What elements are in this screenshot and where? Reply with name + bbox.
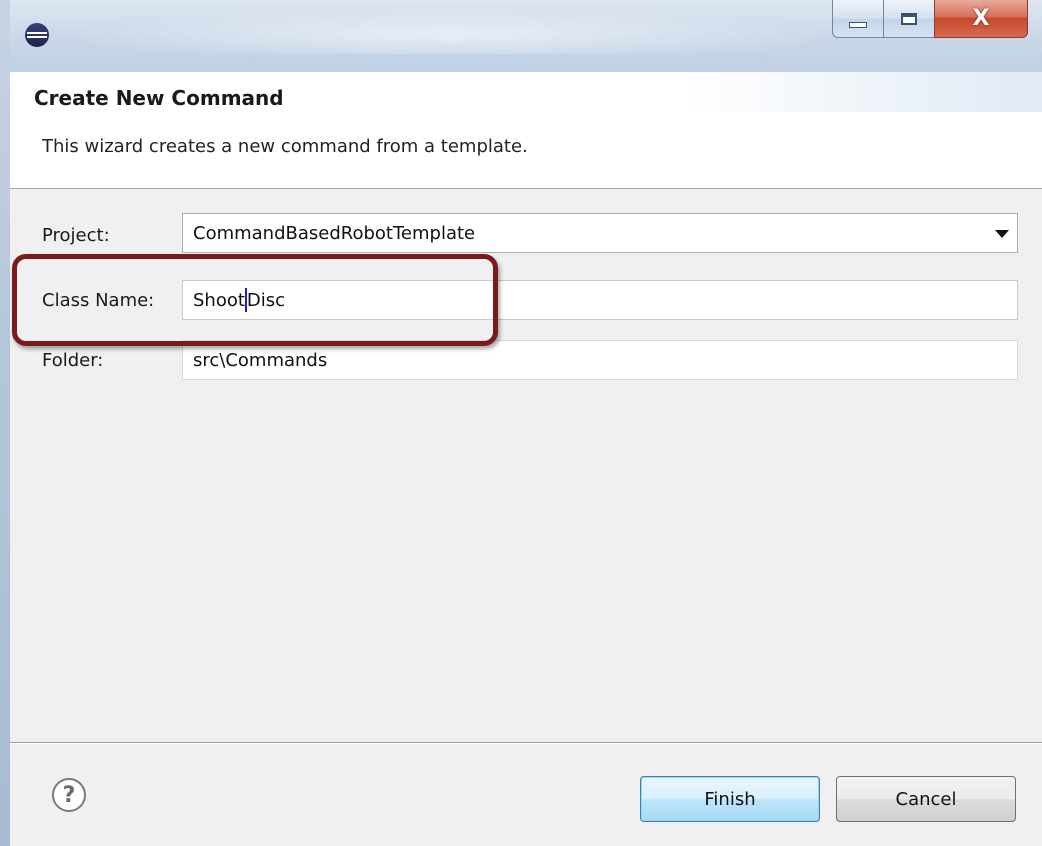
cancel-label: Cancel [895, 788, 957, 810]
close-icon: X [972, 6, 990, 31]
project-dropdown[interactable]: CommandBasedRobotTemplate [182, 213, 1018, 253]
maximize-button[interactable] [883, 0, 935, 38]
page-description: This wizard creates a new command from a… [42, 136, 528, 157]
finish-button[interactable]: Finish [640, 776, 820, 822]
page-title: Create New Command [34, 86, 284, 110]
cancel-button[interactable]: Cancel [836, 776, 1016, 822]
title-bar-glass [70, 8, 830, 54]
background-edge [0, 0, 10, 846]
title-bar[interactable]: X [10, 0, 1042, 72]
help-icon[interactable]: ? [52, 778, 86, 812]
maximize-icon [901, 12, 917, 25]
project-value: CommandBasedRobotTemplate [193, 222, 476, 244]
footer-divider-highlight [10, 743, 1042, 744]
header-banner [682, 72, 1042, 112]
help-glyph: ? [62, 782, 76, 808]
minimize-icon [849, 21, 867, 28]
folder-label: Folder: [42, 350, 104, 371]
minimize-button[interactable] [832, 0, 884, 38]
project-label: Project: [42, 225, 110, 246]
folder-value: src\Commands [193, 349, 328, 371]
finish-label: Finish [704, 788, 756, 810]
dropdown-arrow-icon[interactable] [995, 230, 1009, 238]
folder-input[interactable]: src\Commands [182, 340, 1018, 380]
wizard-window: X Create New Command This wizard creates… [10, 0, 1042, 846]
close-button[interactable]: X [934, 0, 1028, 38]
class-name-highlight-annotation [12, 254, 498, 346]
eclipse-icon [25, 23, 49, 47]
wizard-header: Create New Command This wizard creates a… [10, 72, 1042, 189]
